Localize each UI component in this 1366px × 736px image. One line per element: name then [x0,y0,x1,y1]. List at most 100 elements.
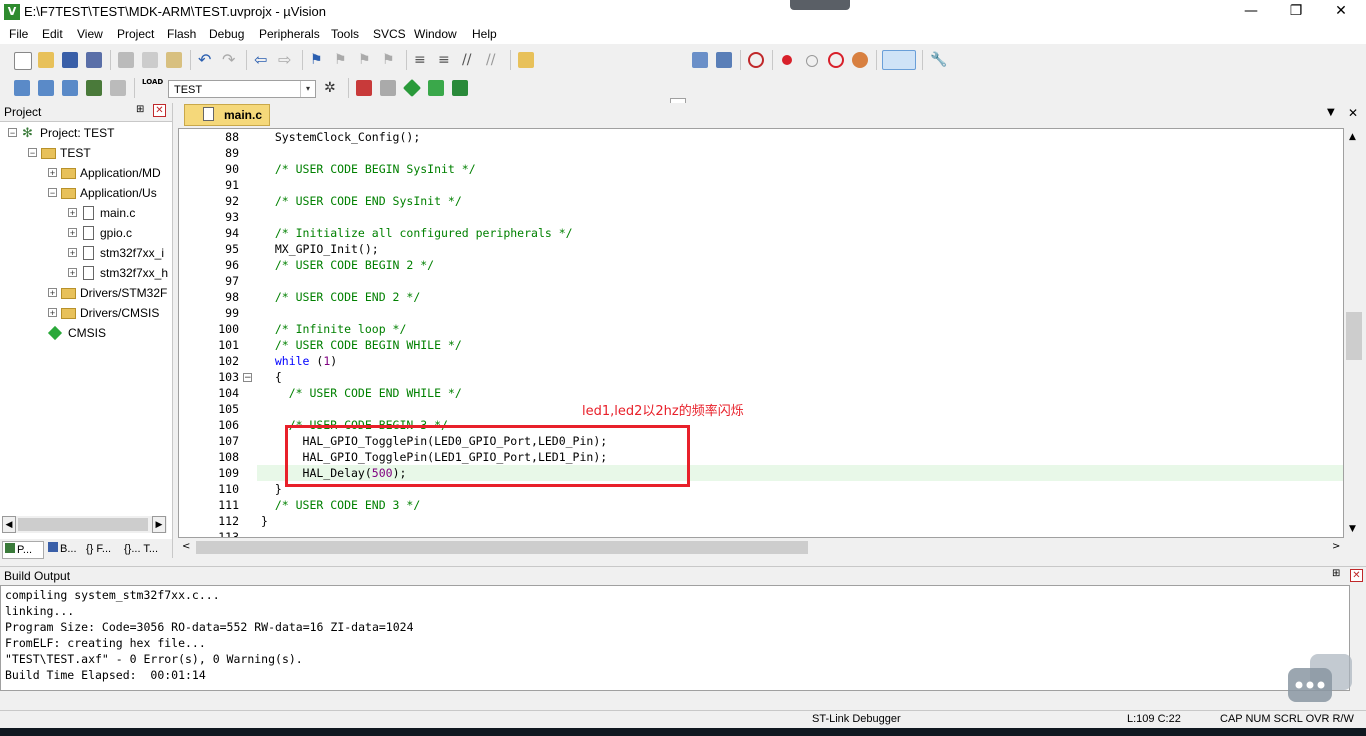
download-icon[interactable]: LOAD [142,78,163,94]
menu-view[interactable]: View [77,27,103,41]
unindent-icon[interactable]: ≡ [438,52,454,68]
scroll-right-icon[interactable]: > [1332,541,1340,552]
menu-debug[interactable]: Debug [209,27,244,41]
open-file-icon[interactable] [38,52,54,68]
bookmark-icon[interactable]: ⚑ [310,52,326,68]
build-icon[interactable] [38,80,54,96]
menu-flash[interactable]: Flash [167,27,196,41]
collapse-icon[interactable]: − [28,148,37,158]
tree-item[interactable]: − ✻ Project: TEST [0,123,168,143]
menu-edit[interactable]: Edit [42,27,63,41]
debug-session-icon[interactable] [748,52,764,68]
stop-build-icon[interactable] [110,80,126,96]
batch-build-icon[interactable] [86,80,102,96]
tree-item[interactable]: + stm32f7xx_i [0,243,168,263]
expand-icon[interactable]: + [48,288,57,298]
tab-books[interactable]: B... [46,541,82,557]
expand-icon[interactable]: + [68,228,77,238]
tree-item[interactable]: + main.c [0,203,168,223]
code-line[interactable]: } [261,514,268,528]
target-options-icon[interactable]: ✲ [324,80,340,96]
menu-peripherals[interactable]: Peripherals [259,27,320,41]
next-bookmark-icon[interactable]: ⚑ [358,52,374,68]
code-line[interactable]: { [261,370,282,384]
code-line[interactable]: /* USER CODE BEGIN WHILE */ [261,338,462,352]
uncomment-icon[interactable]: // [486,52,502,68]
menu-help[interactable]: Help [472,27,497,41]
scroll-right-icon[interactable]: ▶ [152,516,166,533]
save-all-icon[interactable] [86,52,102,68]
menu-svcs[interactable]: SVCS [373,27,406,41]
build-output-text[interactable]: compiling system_stm32f7xx.c... linking..… [0,585,1350,691]
tab-functions[interactable]: {} F... [86,541,122,557]
close-editor-icon[interactable]: ✕ [1348,106,1358,120]
scroll-up-icon[interactable]: ▲ [1349,132,1356,142]
comment-icon[interactable]: // [462,52,478,68]
code-line[interactable]: /* USER CODE END 2 */ [261,290,420,304]
undo-icon[interactable]: ↶ [198,52,214,68]
code-line[interactable]: /* USER CODE BEGIN SysInit */ [261,162,476,176]
code-line[interactable]: SystemClock_Config(); [261,130,420,144]
tree-item[interactable]: + Drivers/CMSIS [0,303,168,323]
scroll-left-icon[interactable]: ◀ [2,516,16,533]
new-file-icon[interactable] [14,52,32,70]
insert-breakpoint-icon[interactable] [782,55,792,65]
minimize-button[interactable]: — [1228,0,1274,24]
close-button[interactable]: ✕ [1318,0,1364,24]
code-line[interactable]: /* USER CODE END WHILE */ [261,386,462,400]
tree-item[interactable]: + Drivers/STM32F [0,283,168,303]
tab-main-c[interactable]: main.c [184,104,270,126]
expand-icon[interactable]: + [48,168,57,178]
manage-components-icon[interactable] [356,80,372,96]
menu-file[interactable]: File [9,27,28,41]
project-scroll-thumb[interactable] [18,518,148,531]
close-panel-icon[interactable]: ✕ [1350,569,1363,582]
clear-bookmarks-icon[interactable]: ⚑ [382,52,398,68]
kill-all-breakpoints-icon[interactable] [852,52,868,68]
tab-list-chevron-icon[interactable]: ▼ [1327,107,1335,118]
menu-tools[interactable]: Tools [331,27,359,41]
tree-item[interactable]: − TEST [0,143,168,163]
pin-icon[interactable]: ⊞ [136,104,144,115]
code-line[interactable]: /* Infinite loop */ [261,322,407,336]
expand-icon[interactable]: + [48,308,57,318]
collapse-icon[interactable]: − [8,128,17,138]
pack-installer-icon[interactable] [428,80,444,96]
paste-icon[interactable] [166,52,182,68]
find-in-files-icon[interactable] [692,52,708,68]
tree-item[interactable]: − Application/Us [0,183,168,203]
navigate-back-icon[interactable]: ⇦ [254,52,270,68]
fold-marker-icon[interactable]: − [243,373,252,383]
redo-icon[interactable]: ↷ [222,52,238,68]
cut-icon[interactable] [118,52,134,68]
tab-project[interactable]: P... [2,541,44,559]
window-layout-icon[interactable] [882,50,916,70]
tree-item[interactable]: + gpio.c [0,223,168,243]
scroll-left-icon[interactable]: < [182,541,190,552]
editor-scroll-thumb[interactable] [1346,312,1362,360]
expand-icon[interactable]: + [68,248,77,258]
collapse-icon[interactable]: − [48,188,57,198]
tab-templates[interactable]: {}... T... [124,541,170,557]
disable-breakpoint-icon[interactable] [806,55,818,67]
code-line[interactable]: /* USER CODE END SysInit */ [261,194,462,208]
translate-icon[interactable] [14,80,30,96]
project-horizontal-scrollbar[interactable]: ◀ ▶ [2,516,167,533]
open-in-files-icon[interactable] [518,52,534,68]
code-line[interactable]: /* USER CODE END 3 */ [261,498,420,512]
code-line[interactable]: MX_GPIO_Init(); [261,242,379,256]
target-select[interactable]: TEST ▾ [168,80,316,98]
configure-wrench-icon[interactable]: 🔧 [930,52,947,68]
code-line[interactable]: /* Initialize all configured peripherals… [261,226,573,240]
tree-item[interactable]: + stm32f7xx_h [0,263,168,283]
code-line[interactable]: /* USER CODE BEGIN 2 */ [261,258,434,272]
expand-icon[interactable]: + [68,208,77,218]
menu-window[interactable]: Window [414,27,457,41]
maximize-button[interactable]: ❐ [1273,0,1319,24]
code-line[interactable]: } [261,482,282,496]
editor-hscroll-thumb[interactable] [196,541,808,554]
code-line[interactable]: while (1) [261,354,337,368]
close-panel-icon[interactable]: ✕ [153,104,166,117]
copy-icon[interactable] [142,52,158,68]
prev-bookmark-icon[interactable]: ⚑ [334,52,350,68]
